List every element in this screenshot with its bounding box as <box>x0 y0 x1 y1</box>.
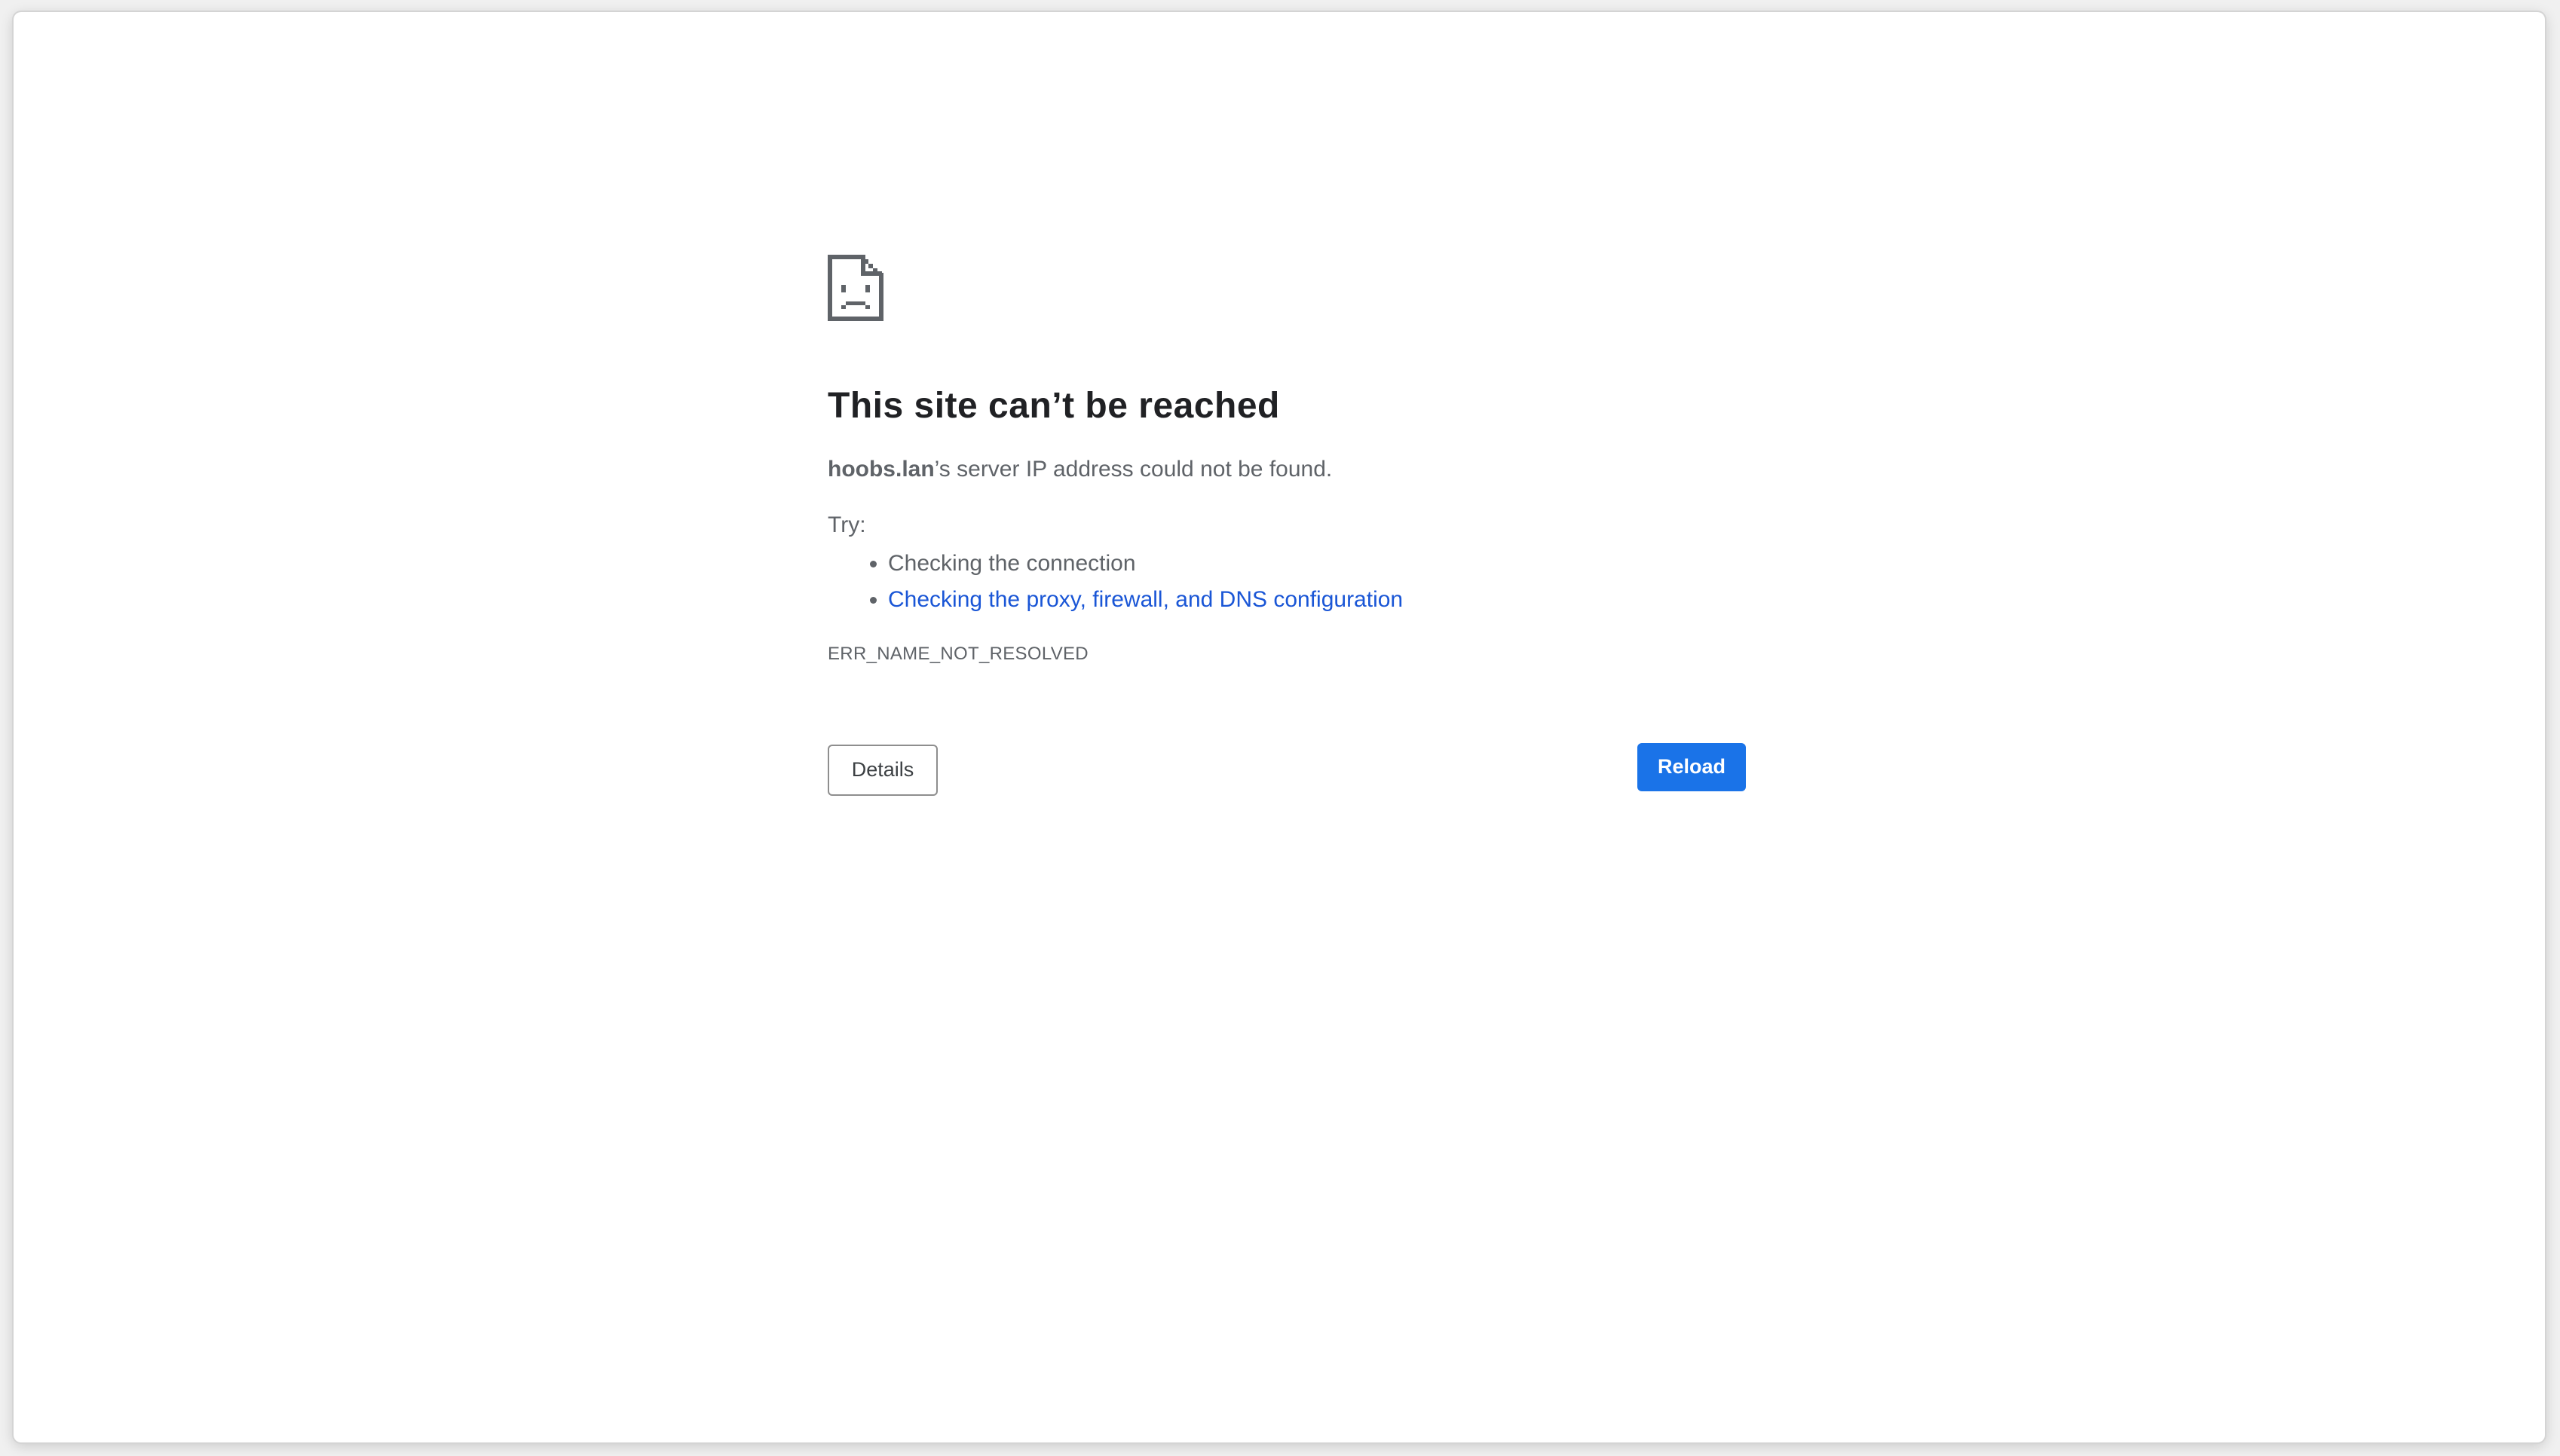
browser-window: This site can’t be reached hoobs.lan’s s… <box>14 12 2545 1442</box>
error-summary: hoobs.lan’s server IP address could not … <box>828 454 1732 485</box>
suggestion-text: Checking the connection <box>888 550 1136 576</box>
reload-button[interactable]: Reload <box>1637 742 1746 791</box>
sad-page-icon <box>828 255 883 321</box>
suggestions-list: Checking the connection Checking the pro… <box>828 546 1732 618</box>
host-name: hoobs.lan <box>828 456 935 482</box>
suggestion-check-proxy: Checking the proxy, firewall, and DNS co… <box>888 582 1732 618</box>
error-content: This site can’t be reached hoobs.lan’s s… <box>828 255 1746 797</box>
button-row: Details Reload <box>828 742 1746 797</box>
suggestion-check-connection: Checking the connection <box>888 546 1732 582</box>
page-title: This site can’t be reached <box>828 386 1280 426</box>
try-label: Try: <box>828 512 866 537</box>
summary-text: ’s server IP address could not be found. <box>934 456 1333 482</box>
proxy-firewall-dns-link[interactable]: Checking the proxy, firewall, and DNS co… <box>888 587 1403 612</box>
details-button[interactable]: Details <box>828 744 938 796</box>
error-code: ERR_NAME_NOT_RESOLVED <box>828 643 1089 664</box>
